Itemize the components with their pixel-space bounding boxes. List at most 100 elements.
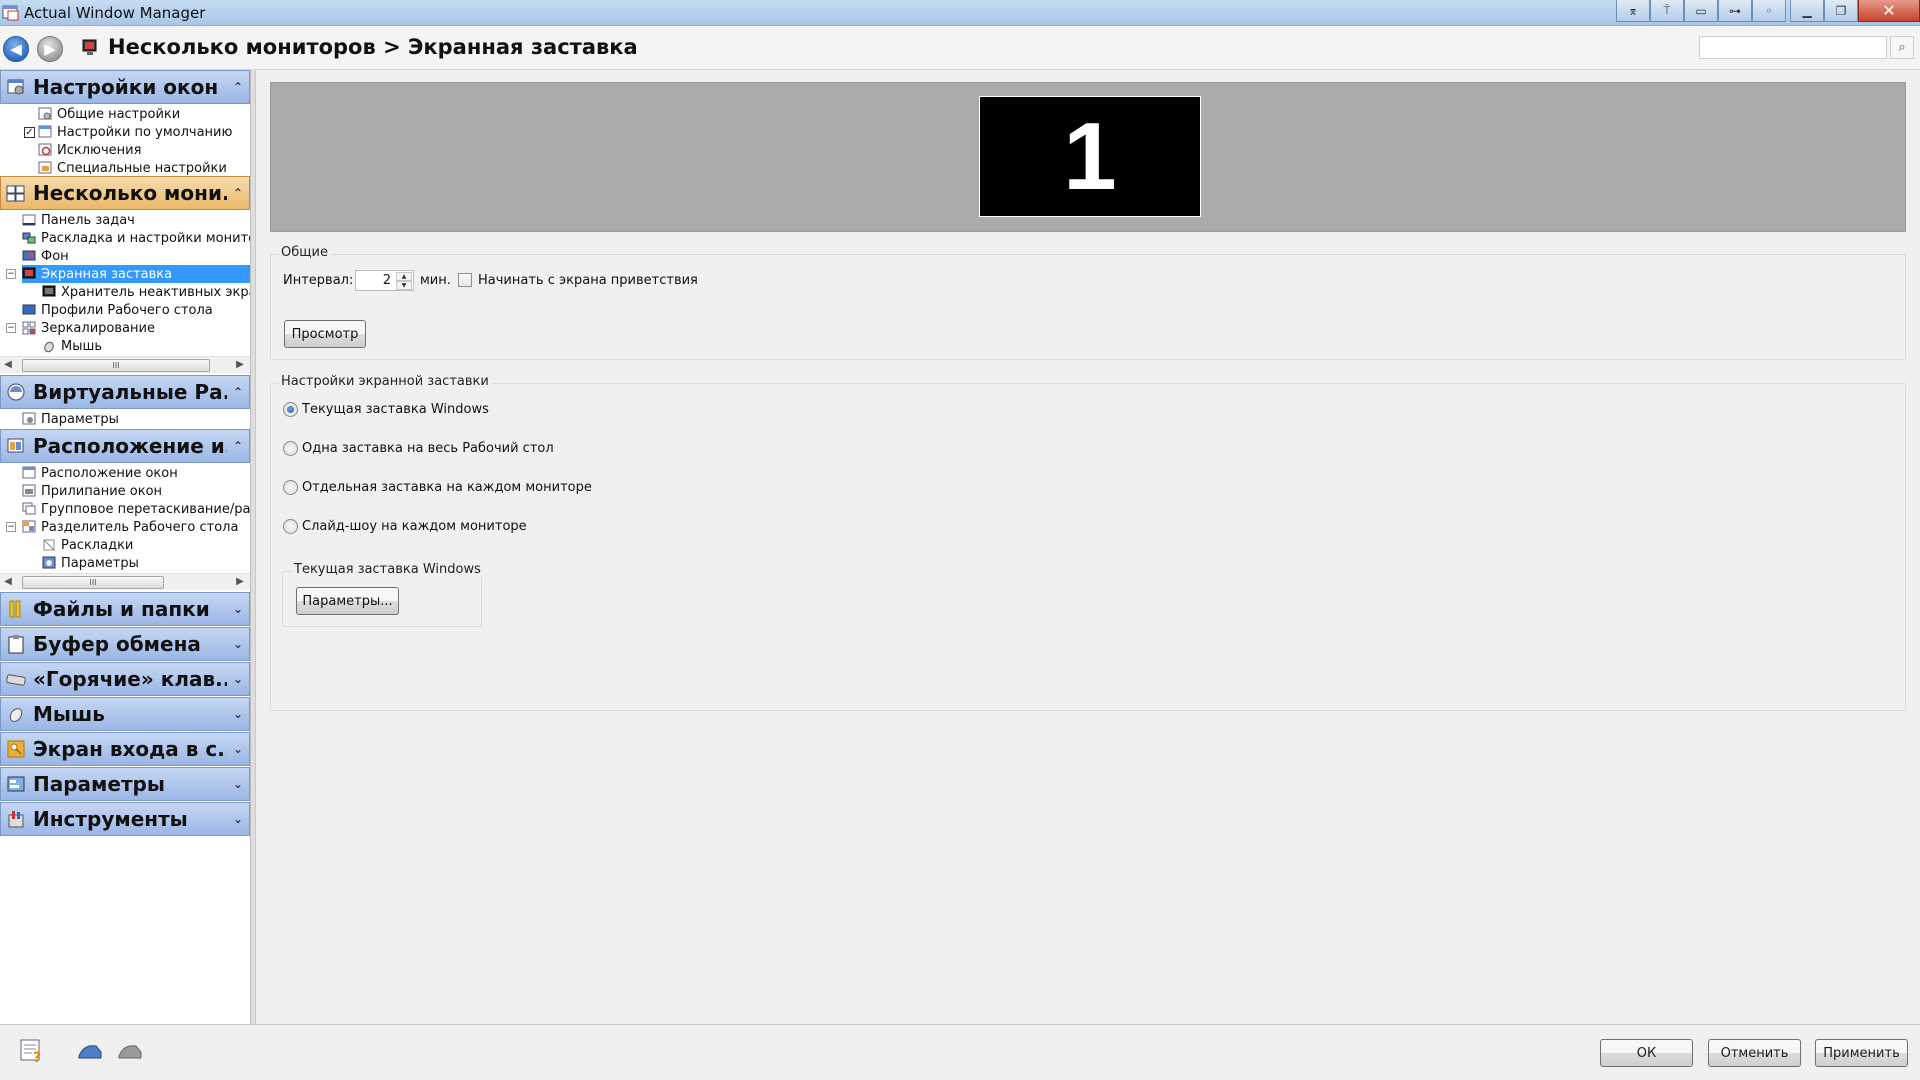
tree-item-vd-parameters[interactable]: Параметры	[22, 410, 120, 428]
radio-label-per-monitor[interactable]: Отдельная заставка на каждом мониторе	[302, 480, 592, 495]
monitor-tile[interactable]: 1	[979, 96, 1201, 217]
screensaver-fieldset	[270, 383, 1906, 711]
tree-virtual-desktops: Параметры	[0, 409, 250, 429]
back-button[interactable]: ◀	[3, 36, 29, 62]
scroll-thumb[interactable]: III	[22, 576, 164, 589]
tree-item-special-settings[interactable]: Специальные настройки	[38, 159, 228, 176]
welcome-screen-label[interactable]: Начинать с экрана приветствия	[478, 273, 698, 288]
roll-up-icon[interactable]: ▭	[1684, 0, 1718, 22]
transparency-icon[interactable]: ⊶	[1718, 0, 1752, 22]
scroll-thumb[interactable]: III	[22, 359, 210, 372]
bottom-bar: ? ОК Отменить Применить	[0, 1024, 1920, 1080]
group-window-arrangement[interactable]: Расположение и... ⌃	[0, 429, 250, 463]
preview-button[interactable]: Просмотр	[284, 320, 366, 348]
maximize-button[interactable]: ❐	[1824, 0, 1858, 22]
radio-label-current-windows[interactable]: Текущая заставка Windows	[302, 402, 489, 417]
title-bar: Actual Window Manager ⌆ ⍑ ▭ ⊶ ◦ ▁ ❐ ✕	[0, 0, 1920, 26]
welcome-screen-checkbox[interactable]	[458, 273, 472, 287]
tree-hscrollbar[interactable]: ◀ III ▶	[0, 356, 250, 373]
tree-item-background[interactable]: Фон	[22, 247, 70, 265]
tree-item-monitor-layout[interactable]: Раскладка и настройки монитор	[22, 229, 250, 247]
background-icon	[22, 250, 36, 261]
search-input[interactable]	[1699, 36, 1887, 59]
tree-item-screensaver[interactable]: Экранная заставка	[22, 265, 250, 283]
tree-item-desktop-profiles[interactable]: Профили Рабочего стола	[22, 301, 214, 319]
minimize-button[interactable]: ▁	[1790, 0, 1824, 22]
ok-button[interactable]: ОК	[1600, 1039, 1693, 1067]
tree-item-divider-parameters[interactable]: Параметры	[42, 554, 140, 572]
stay-on-top-icon[interactable]: ⍑	[1650, 0, 1684, 22]
multiple-monitors-icon	[4, 181, 28, 205]
collapse-icon[interactable]: ⌃	[227, 385, 249, 399]
expand-icon[interactable]: ⌄	[227, 707, 249, 721]
radio-label-slideshow[interactable]: Слайд-шоу на каждом мониторе	[302, 519, 527, 534]
radio-slideshow[interactable]	[283, 519, 298, 534]
scroll-left-icon[interactable]: ◀	[2, 359, 14, 370]
tree-item-taskbar[interactable]: Панель задач	[22, 211, 136, 229]
radio-current-windows[interactable]	[283, 402, 298, 417]
general-settings-icon	[38, 107, 52, 120]
tree-item-group-drag[interactable]: Групповое перетаскивание/ра	[22, 500, 250, 518]
group-logon-screen[interactable]: Экран входа в с... ⌄	[0, 732, 250, 766]
tree-item-desktop-divider[interactable]: Разделитель Рабочего стола	[22, 518, 239, 536]
group-virtual-desktops[interactable]: Виртуальные Ра... ⌃	[0, 375, 250, 409]
group-multiple-monitors[interactable]: Несколько мони... ⌃	[0, 176, 250, 210]
search-icon[interactable]: ⌕	[1890, 36, 1914, 59]
group-mouse[interactable]: Мышь ⌄	[0, 697, 250, 731]
tree-item-window-layout[interactable]: Расположение окон	[22, 464, 179, 482]
tree-item-layouts[interactable]: Раскладки	[42, 536, 134, 554]
tree-hscrollbar[interactable]: ◀ III ▶	[0, 573, 250, 590]
group-clipboard[interactable]: Буфер обмена ⌄	[0, 627, 250, 661]
tree-item-window-snapping[interactable]: Прилипание окон	[22, 482, 163, 500]
collapse-icon[interactable]: ⌃	[227, 80, 249, 94]
default-settings-checkbox[interactable]: ✓	[24, 127, 35, 138]
expand-icon[interactable]: ⌄	[227, 812, 249, 826]
collapse-desktop-divider-icon[interactable]: −	[6, 522, 16, 532]
group-hotkeys[interactable]: «Горячие» клав... ⌄	[0, 662, 250, 696]
tree-item-mirroring[interactable]: Зеркалирование	[22, 319, 156, 337]
collapse-icon[interactable]: ⌃	[227, 186, 249, 200]
tree-item-mouse[interactable]: Мышь	[42, 337, 103, 355]
expand-icon[interactable]: ⌄	[227, 777, 249, 791]
collapse-screensaver-icon[interactable]: −	[6, 269, 16, 279]
spin-down-icon[interactable]: ▼	[396, 281, 412, 290]
apply-button[interactable]: Применить	[1815, 1039, 1908, 1067]
radio-single-desktop[interactable]	[283, 441, 298, 456]
group-parameters[interactable]: Параметры ⌄	[0, 767, 250, 801]
scroll-right-icon[interactable]: ▶	[234, 576, 246, 587]
minimize-to-tray-icon[interactable]: ◦	[1752, 0, 1786, 22]
interval-spinner[interactable]: 2 ▲ ▼	[355, 270, 414, 291]
group-drag-icon	[22, 502, 36, 515]
close-button[interactable]: ✕	[1858, 0, 1920, 22]
help-icon[interactable]: ?	[18, 1037, 46, 1065]
radio-per-monitor[interactable]	[283, 480, 298, 495]
expand-icon[interactable]: ⌄	[227, 637, 249, 651]
window-layout-icon	[22, 466, 36, 479]
tree-item-exclusions[interactable]: Исключения	[38, 141, 142, 159]
group-tools[interactable]: Инструменты ⌄	[0, 802, 250, 836]
forward-button[interactable]: ▶	[37, 36, 63, 62]
expand-icon[interactable]: ⌄	[227, 602, 249, 616]
scroll-left-icon[interactable]: ◀	[2, 576, 14, 587]
pin-icon[interactable]: ⌆	[1616, 0, 1650, 22]
collapse-mirroring-icon[interactable]: −	[6, 323, 16, 333]
expand-icon[interactable]: ⌄	[227, 742, 249, 756]
parameters-icon	[22, 412, 36, 425]
group-files-folders[interactable]: Файлы и папки ⌄	[0, 592, 250, 626]
redo-icon[interactable]	[116, 1037, 144, 1065]
spin-up-icon[interactable]: ▲	[396, 272, 412, 281]
exclusions-icon	[38, 143, 52, 156]
inactive-screen-icon	[42, 285, 56, 297]
parameters-button[interactable]: Параметры...	[296, 587, 399, 615]
monitor-preview: 1	[270, 82, 1906, 232]
undo-icon[interactable]	[76, 1037, 104, 1065]
expand-icon[interactable]: ⌄	[227, 672, 249, 686]
scroll-right-icon[interactable]: ▶	[234, 359, 246, 370]
radio-label-single-desktop[interactable]: Одна заставка на весь Рабочий стол	[302, 441, 554, 456]
tree-item-inactive-screen-saver[interactable]: Хранитель неактивных экран	[42, 283, 250, 301]
tree-item-default-settings[interactable]: Настройки по умолчанию	[38, 123, 233, 141]
tree-item-general-settings[interactable]: Общие настройки	[38, 105, 181, 123]
cancel-button[interactable]: Отменить	[1708, 1039, 1801, 1067]
group-window-settings[interactable]: Настройки окон ⌃	[0, 70, 250, 104]
collapse-icon[interactable]: ⌃	[227, 439, 249, 453]
